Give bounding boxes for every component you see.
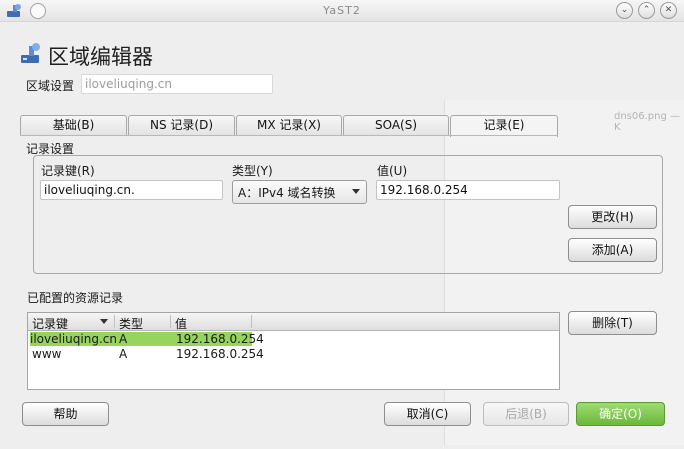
record-type-select[interactable]: A：IPv4 域名转换 xyxy=(232,180,367,204)
tab-soa[interactable]: SOA(S) xyxy=(343,115,449,136)
record-type-value: A：IPv4 域名转换 xyxy=(238,186,336,200)
cancel-button[interactable]: 取消(C) xyxy=(384,402,471,426)
tab-basics[interactable]: 基础(B) xyxy=(20,115,127,136)
column-separator xyxy=(251,315,252,328)
records-table-header: 记录键 类型 值 xyxy=(28,313,559,331)
table-row[interactable]: www A 192.168.0.254 xyxy=(29,347,329,362)
record-value-input[interactable] xyxy=(376,180,560,200)
background-window-title: dns06.png — K xyxy=(614,111,681,133)
zone-editor-icon xyxy=(21,43,40,63)
column-separator xyxy=(170,315,171,328)
record-key-label: 记录键(R) xyxy=(41,164,95,178)
column-header-type[interactable]: 类型 xyxy=(119,315,143,332)
zone-field[interactable] xyxy=(81,74,273,94)
cell-key: iloveliuqing.cn. xyxy=(30,332,121,346)
cell-value: 192.168.0.254 xyxy=(174,332,264,346)
table-row[interactable]: iloveliuqing.cn. A 192.168.0.254 xyxy=(29,332,329,347)
tab-divider xyxy=(20,135,558,136)
ok-button[interactable]: 确定(O) xyxy=(576,402,665,426)
record-value-label: 值(U) xyxy=(377,164,408,178)
change-button[interactable]: 更改(H) xyxy=(568,205,657,229)
record-type-label: 类型(Y) xyxy=(232,164,273,178)
help-button[interactable]: 帮助 xyxy=(22,402,109,426)
tab-mx-records[interactable]: MX 记录(X) xyxy=(236,115,342,136)
column-separator xyxy=(114,315,115,328)
cell-type: A xyxy=(116,332,174,346)
minimize-icon[interactable]: ⌄ xyxy=(616,2,633,19)
tab-records[interactable]: 记录(E) xyxy=(450,115,558,137)
column-header-key[interactable]: 记录键 xyxy=(32,315,68,332)
window-titlebar: YaST2 ⌄ ⌃ ✕ xyxy=(0,0,684,22)
back-button[interactable]: 后退(B) xyxy=(483,402,569,426)
close-icon[interactable]: ✕ xyxy=(660,2,677,19)
zone-label: 区域设置 xyxy=(26,79,75,93)
window-title: YaST2 xyxy=(323,4,361,17)
cell-value: 192.168.0.254 xyxy=(176,347,264,361)
cell-type: A xyxy=(119,347,128,361)
column-header-value[interactable]: 值 xyxy=(175,315,187,332)
page-title: 区域编辑器 xyxy=(48,45,153,69)
maximize-icon[interactable]: ⌃ xyxy=(638,2,655,19)
record-key-input[interactable] xyxy=(40,180,223,200)
sort-descending-icon xyxy=(100,319,108,324)
records-table[interactable]: 记录键 类型 值 iloveliuqing.cn. A 192.168.0.25… xyxy=(27,312,560,390)
tab-ns-records[interactable]: NS 记录(D) xyxy=(128,115,235,136)
cell-key: www xyxy=(32,347,62,361)
delete-button[interactable]: 删除(T) xyxy=(568,311,657,335)
chevron-down-icon xyxy=(352,189,360,194)
add-button[interactable]: 添加(A) xyxy=(568,238,657,262)
configured-records-label: 已配置的资源记录 xyxy=(27,291,124,305)
